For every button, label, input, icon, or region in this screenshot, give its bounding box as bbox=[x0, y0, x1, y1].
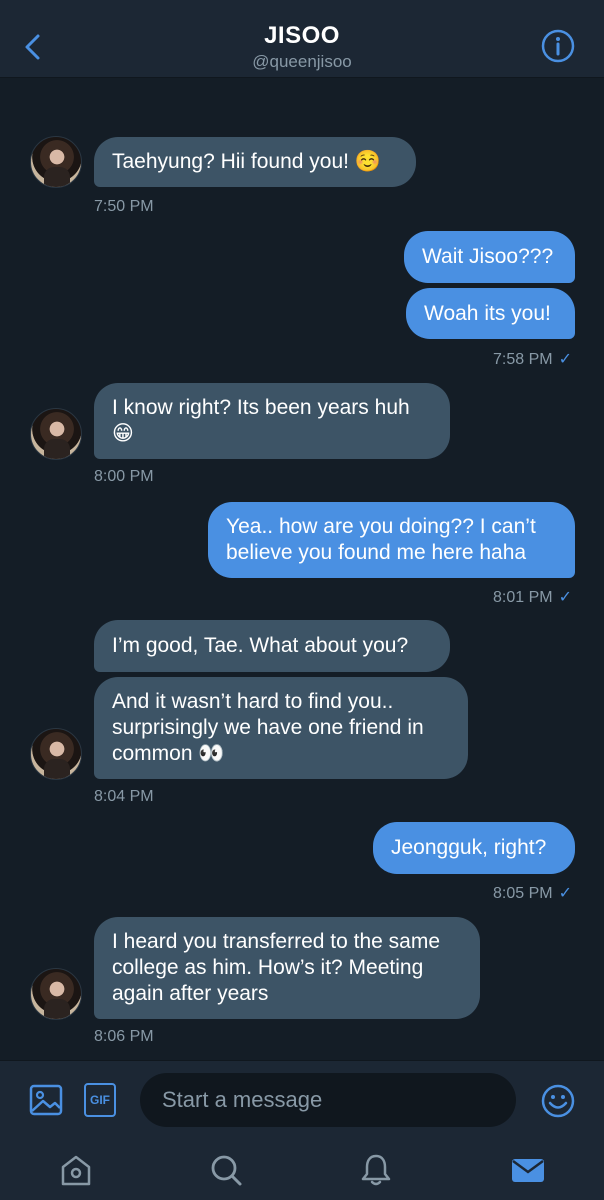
message-timestamp: 7:58 PM ✓ bbox=[493, 351, 572, 368]
incoming-message[interactable]: I’m good, Tae. What about you? bbox=[94, 620, 450, 672]
incoming-message[interactable]: I heard you transferred to the same coll… bbox=[94, 917, 480, 1019]
message-timestamp: 8:06 PM bbox=[94, 1028, 154, 1045]
contact-name: JISOO bbox=[264, 22, 340, 49]
avatar[interactable] bbox=[30, 968, 82, 1020]
message-composer: GIF bbox=[0, 1060, 604, 1138]
read-check-icon: ✓ bbox=[558, 351, 572, 368]
gif-button[interactable]: GIF bbox=[84, 1083, 116, 1117]
search-icon[interactable] bbox=[208, 1152, 244, 1188]
message-timestamp: 7:50 PM bbox=[94, 198, 154, 215]
bell-icon[interactable] bbox=[358, 1152, 394, 1188]
incoming-message[interactable]: And it wasn’t hard to find you.. surpris… bbox=[94, 677, 468, 779]
outgoing-message[interactable]: Yea.. how are you doing?? I can’t believ… bbox=[208, 502, 575, 578]
read-check-icon: ✓ bbox=[558, 589, 572, 606]
incoming-message[interactable]: Taehyung? Hii found you! ☺️ bbox=[94, 137, 416, 187]
message-input[interactable] bbox=[140, 1073, 516, 1127]
message-timestamp: 8:00 PM bbox=[94, 468, 154, 485]
home-icon[interactable] bbox=[58, 1152, 94, 1188]
incoming-message[interactable]: I know right? Its been years huh 😁 bbox=[94, 383, 450, 459]
info-icon[interactable] bbox=[540, 28, 576, 64]
image-icon[interactable] bbox=[28, 1082, 64, 1118]
message-timestamp: 8:05 PM ✓ bbox=[493, 885, 572, 902]
avatar[interactable] bbox=[30, 728, 82, 780]
emoji-icon[interactable] bbox=[540, 1083, 576, 1119]
avatar[interactable] bbox=[30, 408, 82, 460]
contact-handle: @queenjisoo bbox=[252, 52, 352, 71]
outgoing-message[interactable]: Wait Jisoo??? bbox=[404, 231, 575, 283]
outgoing-message[interactable]: Jeongguk, right? bbox=[373, 822, 575, 874]
avatar[interactable] bbox=[30, 136, 82, 188]
message-timestamp: 8:04 PM bbox=[94, 788, 154, 805]
mail-icon[interactable] bbox=[510, 1152, 546, 1188]
message-timestamp: 8:01 PM ✓ bbox=[493, 589, 572, 606]
bottom-tab-bar bbox=[0, 1138, 604, 1200]
conversation-header: JISOO @queenjisoo bbox=[0, 0, 604, 78]
read-check-icon: ✓ bbox=[558, 885, 572, 902]
outgoing-message[interactable]: Woah its you! bbox=[406, 288, 575, 339]
